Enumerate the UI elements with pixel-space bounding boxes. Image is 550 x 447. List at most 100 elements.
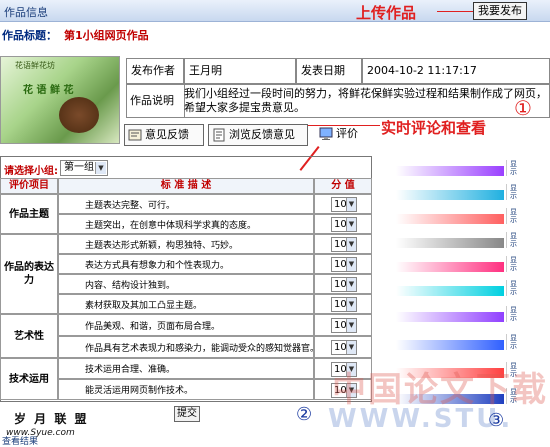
- work-title-label: 作品标题：: [2, 29, 57, 42]
- browse-feedback-button[interactable]: 浏览反馈意见: [208, 124, 308, 146]
- work-title-value: 第1小组网页作品: [64, 29, 149, 42]
- bar-label: 显示: [506, 160, 520, 176]
- category-theme: 作品主题: [0, 194, 58, 234]
- score-value: 10: [334, 320, 347, 331]
- group-select-label: 请选择小组:: [4, 166, 58, 177]
- browse-feedback-label: 浏览反馈意见: [229, 128, 295, 141]
- criterion-row: 表达方式具有想象力和个性表现力。: [58, 254, 314, 274]
- annotation-marker-2: ②: [296, 404, 313, 425]
- watermark-text: WWW.STU.: [328, 404, 514, 434]
- score-cell: 10 ▼: [314, 336, 372, 358]
- color-bar: [396, 340, 504, 350]
- color-bar: [396, 166, 504, 176]
- score-value: 10: [334, 259, 347, 270]
- color-bar: [396, 214, 504, 224]
- score-value: 10: [334, 279, 347, 290]
- score-value: 10: [334, 219, 347, 230]
- group-select-value: 第一组: [64, 162, 94, 173]
- document-icon: [213, 128, 225, 142]
- header-score: 分 值: [314, 178, 372, 194]
- chevron-down-icon: ▼: [95, 162, 106, 174]
- criterion-row: 技术运用合理、准确。: [58, 358, 314, 379]
- realtime-annotation: 实时评论和查看: [381, 119, 487, 137]
- rate-label: 评价: [336, 127, 358, 140]
- category-expression: 作品的表达力: [0, 234, 58, 314]
- date-value: 2004-10-2 11:17:17: [362, 58, 550, 84]
- header-category: 评价项目: [0, 178, 58, 194]
- chevron-down-icon: ▼: [346, 198, 356, 211]
- score-cell: 10 ▼: [314, 234, 372, 254]
- score-cell: 10 ▼: [314, 294, 372, 314]
- description-value: 我们小组经过一段时间的努力，将鲜花保鲜实验过程和结果制作成了网页，希望大家多提宝…: [184, 87, 547, 114]
- criterion-row: 作品具有艺术表现力和感染力，能调动受众的感知觉器官。: [58, 336, 314, 358]
- score-cell: 10 ▼: [314, 214, 372, 234]
- score-select[interactable]: 10 ▼: [331, 297, 357, 312]
- criterion-row: 内容、结构设计独到。: [58, 274, 314, 294]
- criterion-row: 主题突出，在创意中体现科学求真的态度。: [58, 214, 314, 234]
- watermark-logo: 岁 月 联 盟: [14, 412, 89, 426]
- chevron-down-icon: ▼: [346, 278, 356, 291]
- header-criteria: 标 准 描 述: [58, 178, 314, 194]
- criterion-row: 能灵活运用网页制作技术。: [58, 379, 314, 400]
- bar-label: 显示: [506, 306, 520, 322]
- score-cell: 10 ▼: [314, 194, 372, 214]
- score-value: 10: [334, 299, 347, 310]
- annotation-marker-3: ③: [488, 410, 505, 431]
- score-cell: 10 ▼: [314, 314, 372, 336]
- color-bar: [396, 238, 504, 248]
- chevron-down-icon: ▼: [346, 238, 356, 251]
- color-bar: [396, 312, 504, 322]
- category-art: 艺术性: [0, 314, 58, 358]
- score-value: 10: [334, 342, 347, 353]
- thumbnail-text: 花 语 鲜 花: [23, 85, 74, 96]
- bar-label: 显示: [506, 256, 520, 272]
- feedback-button[interactable]: 意见反馈: [124, 124, 204, 146]
- score-select[interactable]: 10 ▼: [331, 197, 357, 212]
- submit-button[interactable]: 提交: [174, 406, 200, 422]
- category-tech: 技术运用: [0, 358, 58, 400]
- score-select[interactable]: 10 ▼: [331, 340, 357, 355]
- author-value: 王月明: [184, 58, 296, 84]
- bar-label: 显示: [506, 184, 520, 200]
- bar-label: 显示: [506, 208, 520, 224]
- chevron-down-icon: ▼: [346, 218, 356, 231]
- author-label: 发布作者: [126, 58, 184, 84]
- bar-label: 显示: [506, 232, 520, 248]
- score-value: 10: [334, 199, 347, 210]
- annotation-line: [437, 11, 473, 12]
- watermark-site: www.Syue.com: [6, 428, 75, 438]
- date-label: 发表日期: [296, 58, 362, 84]
- chevron-down-icon: ▼: [346, 341, 356, 354]
- group-select[interactable]: 第一组 ▼: [60, 160, 108, 176]
- feedback-icon: [128, 129, 142, 141]
- work-thumbnail[interactable]: 花语鲜花坊 花 语 鲜 花: [0, 56, 120, 144]
- annotation-marker-1: ①: [514, 96, 532, 120]
- score-select[interactable]: 10 ▼: [331, 318, 357, 333]
- thumbnail-caption: 花语鲜花坊: [15, 61, 55, 70]
- page-title: 作品信息: [4, 6, 48, 19]
- color-bar: [396, 286, 504, 296]
- score-select[interactable]: 10 ▼: [331, 257, 357, 272]
- bar-label: 显示: [506, 334, 520, 350]
- flower-image-icon: [59, 97, 99, 133]
- criterion-row: 作品美观、和谐，页面布局合理。: [58, 314, 314, 336]
- upload-annotation: 上传作品: [356, 4, 417, 22]
- chevron-down-icon: ▼: [346, 298, 356, 311]
- feedback-label: 意见反馈: [145, 128, 189, 141]
- criterion-row: 主题表达形式新颖，构思独特、巧妙。: [58, 234, 314, 254]
- criterion-row: 素材获取及其加工凸显主题。: [58, 294, 314, 314]
- score-select[interactable]: 10 ▼: [331, 237, 357, 252]
- computer-icon: [319, 127, 333, 140]
- score-value: 10: [334, 239, 347, 250]
- score-select[interactable]: 10 ▼: [331, 217, 357, 232]
- score-cell: 10 ▼: [314, 254, 372, 274]
- chevron-down-icon: ▼: [346, 258, 356, 271]
- color-bar: [396, 262, 504, 272]
- color-bar: [396, 190, 504, 200]
- bar-label: 显示: [506, 280, 520, 296]
- publish-button[interactable]: 我要发布: [473, 2, 527, 20]
- rate-button[interactable]: 评价: [316, 124, 372, 146]
- score-select[interactable]: 10 ▼: [331, 277, 357, 292]
- chevron-down-icon: ▼: [346, 319, 356, 332]
- criterion-row: 主题表达完整、可行。: [58, 194, 314, 214]
